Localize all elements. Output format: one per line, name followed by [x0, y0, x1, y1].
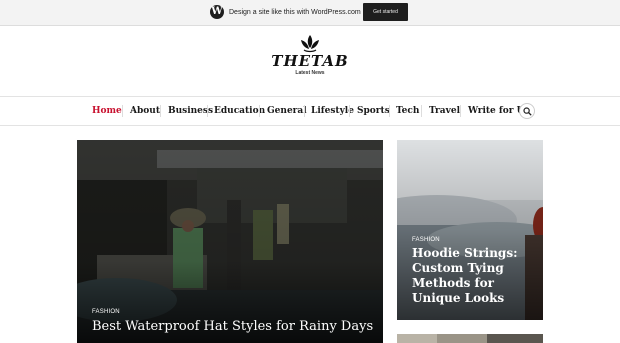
next-post-image[interactable]: [397, 334, 543, 343]
post-title[interactable]: Hoodie Strings: Custom Tying Methods for…: [412, 246, 534, 306]
nav-divider: [304, 105, 305, 117]
featured-post-card[interactable]: FASHION Best Waterproof Hat Styles for R…: [77, 140, 383, 343]
nav-item-education[interactable]: Education: [214, 103, 265, 119]
nav-divider: [259, 105, 260, 117]
nav-item-home[interactable]: Home: [92, 103, 122, 119]
site-title[interactable]: THETAB: [270, 53, 350, 69]
nav-divider: [207, 105, 208, 117]
nav-item-about[interactable]: About: [130, 103, 160, 119]
main-navigation: Home About Business Education General Li…: [0, 96, 620, 126]
side-post-card[interactable]: FASHION Hoodie Strings: Custom Tying Met…: [397, 140, 543, 320]
nav-divider: [160, 105, 161, 117]
search-icon: [523, 107, 532, 116]
post-title[interactable]: Best Waterproof Hat Styles for Rainy Day…: [92, 318, 373, 335]
featured-post-image[interactable]: [77, 140, 383, 343]
nav-item-lifestyle[interactable]: Lifestyle: [311, 103, 354, 119]
lotus-logo-icon: [301, 35, 319, 53]
nav-divider: [349, 105, 350, 117]
post-category-label[interactable]: FASHION: [412, 236, 440, 244]
wordpress-promo-bar: W Design a site like this with WordPress…: [0, 0, 620, 26]
nav-item-tech[interactable]: Tech: [396, 103, 419, 119]
nav-divider: [389, 105, 390, 117]
site-branding[interactable]: THETAB Latest News: [270, 34, 350, 84]
post-category-label[interactable]: FASHION: [92, 308, 120, 316]
nav-item-travel[interactable]: Travel: [429, 103, 460, 119]
site-tagline: Latest News: [295, 70, 325, 76]
nav-divider: [460, 105, 461, 117]
nav-divider: [421, 105, 422, 117]
nav-item-general[interactable]: General: [267, 103, 307, 119]
get-started-button[interactable]: Get started: [363, 3, 408, 21]
search-button[interactable]: [519, 103, 535, 119]
nav-divider: [122, 105, 123, 117]
wordpress-promo-text: Design a site like this with WordPress.c…: [229, 9, 361, 16]
wordpress-logo-icon[interactable]: W: [210, 5, 224, 19]
nav-item-sports[interactable]: Sports: [357, 103, 390, 119]
next-post-card[interactable]: [397, 334, 543, 343]
